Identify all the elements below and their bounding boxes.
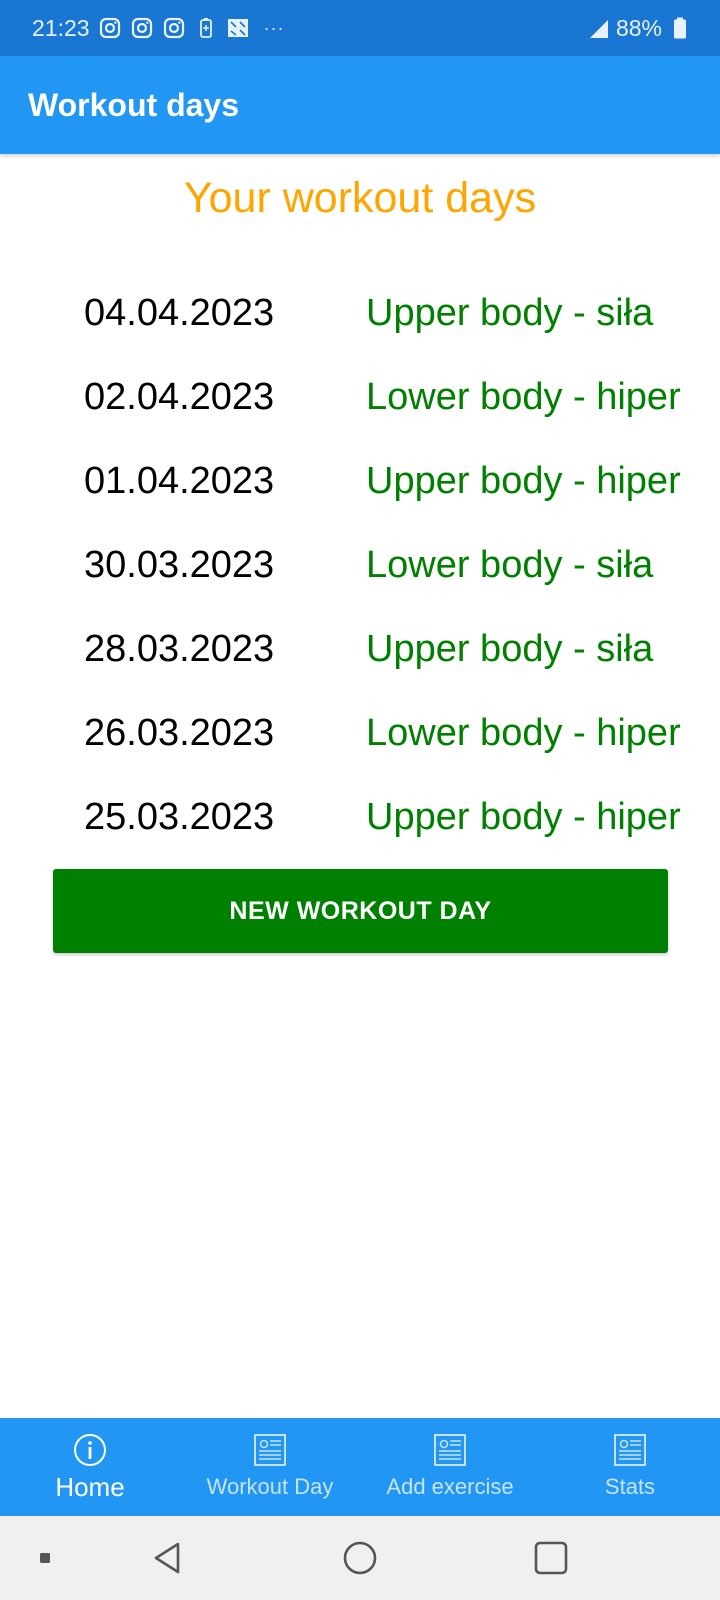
workout-row[interactable]: 28.03.2023 Upper body - siła: [0, 618, 720, 702]
nav-item-add-exercise[interactable]: Add exercise: [360, 1418, 540, 1516]
system-nav-bar: [0, 1516, 720, 1600]
workout-date: 25.03.2023: [84, 796, 275, 838]
main-content: Your workout days 04.04.2023 Upper body …: [0, 154, 720, 1418]
workout-date: 30.03.2023: [84, 544, 275, 586]
workout-row[interactable]: 30.03.2023 Lower body - siła: [0, 534, 720, 618]
workout-date: 04.04.2023: [84, 292, 275, 334]
nav-label: Home: [55, 1472, 125, 1502]
workout-name: Upper body - hiper: [366, 796, 681, 838]
document-icon: [252, 1432, 288, 1468]
status-right: 88%: [586, 15, 692, 42]
workout-name: Lower body - hiper: [366, 712, 681, 754]
nav-item-home[interactable]: Home: [0, 1418, 180, 1516]
workout-date: 26.03.2023: [84, 712, 275, 754]
instagram-icon: [130, 16, 154, 40]
status-bar: 21:23 ··· 88%: [0, 0, 720, 56]
workout-row[interactable]: 01.04.2023 Upper body - hiper: [0, 450, 720, 534]
nav-label: Add exercise: [386, 1474, 514, 1499]
screen: 21:23 ··· 88% Workout days Your workout …: [0, 0, 720, 1600]
nav-label: Workout Day: [206, 1474, 334, 1499]
workout-name: Upper body - siła: [366, 628, 654, 670]
app-notification-icon: [226, 16, 250, 40]
status-time: 21:23: [32, 14, 90, 41]
back-icon[interactable]: [148, 1538, 188, 1578]
overview-icon[interactable]: [531, 1538, 571, 1578]
workout-date: 28.03.2023: [84, 628, 275, 670]
app-title: Workout days: [28, 86, 239, 123]
page-heading: Your workout days: [183, 174, 537, 222]
workout-date: 02.04.2023: [84, 376, 275, 418]
more-icon: ···: [263, 17, 285, 38]
battery-icon: [668, 16, 692, 40]
workout-row[interactable]: 26.03.2023 Lower body - hiper: [0, 702, 720, 786]
recents-dot-icon[interactable]: [25, 1538, 65, 1578]
new-workout-day-button[interactable]: NEW WORKOUT DAY: [53, 869, 668, 953]
nav-item-workout-day[interactable]: Workout Day: [180, 1418, 360, 1516]
workout-name: Lower body - hiper: [366, 376, 681, 418]
status-left: 21:23 ···: [32, 15, 285, 42]
nav-label: Stats: [604, 1474, 656, 1499]
workout-name: Upper body - siła: [366, 292, 654, 334]
workout-row[interactable]: 25.03.2023 Upper body - hiper: [0, 786, 720, 848]
document-icon: [612, 1432, 648, 1468]
home-icon[interactable]: [340, 1538, 380, 1578]
workout-name: Upper body - hiper: [366, 460, 681, 502]
lte-signal-icon: [586, 16, 610, 40]
nav-item-stats[interactable]: Stats: [540, 1418, 720, 1516]
bottom-nav: Home Workout Day Add exercise Stats: [0, 1418, 720, 1516]
workout-row[interactable]: 04.04.2023 Upper body - siła: [0, 282, 720, 366]
document-icon: [432, 1432, 468, 1468]
info-icon: [72, 1432, 108, 1468]
battery-percent: 88%: [615, 14, 662, 41]
battery-saver-icon: [194, 16, 218, 40]
workout-name: Lower body - siła: [366, 544, 654, 586]
workout-date: 01.04.2023: [84, 460, 275, 502]
app-bar: Workout days: [0, 56, 720, 154]
instagram-icon: [162, 16, 186, 40]
instagram-icon: [98, 16, 122, 40]
workout-row[interactable]: 02.04.2023 Lower body - hiper: [0, 366, 720, 450]
workout-list[interactable]: 04.04.2023 Upper body - siła 02.04.2023 …: [0, 282, 720, 848]
